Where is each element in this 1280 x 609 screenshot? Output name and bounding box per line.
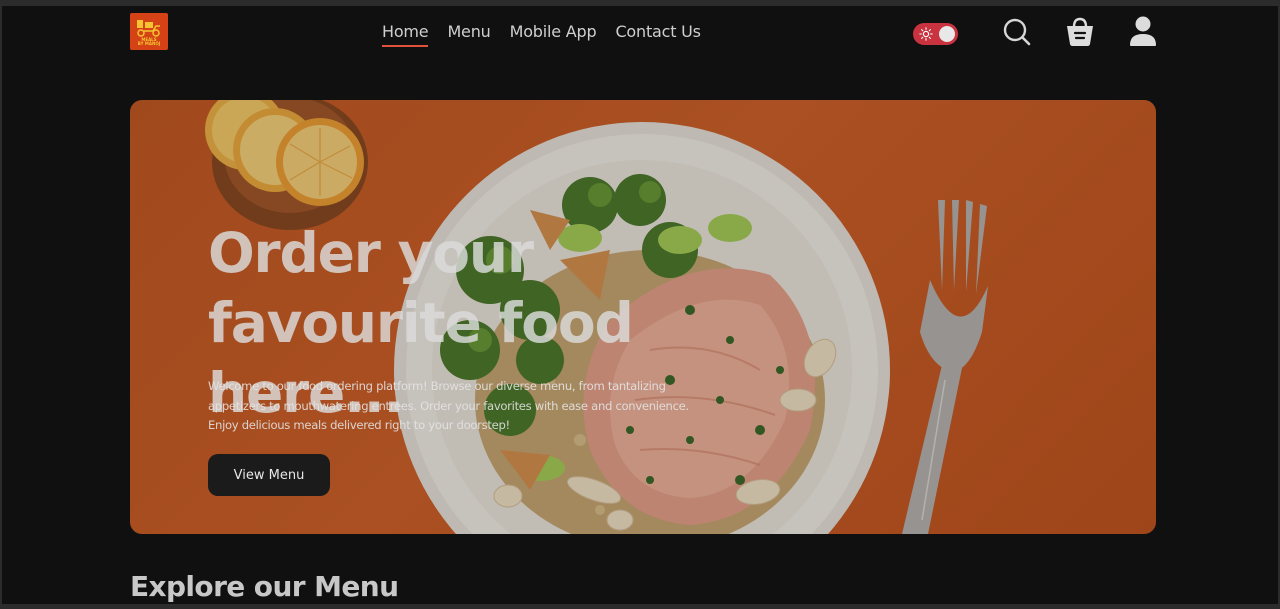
nav-item-contact-us[interactable]: Contact Us	[615, 22, 701, 47]
hero-banner: Order your favourite food here... Welcom…	[130, 100, 1156, 534]
view-menu-button[interactable]: View Menu	[208, 454, 330, 496]
profile-button[interactable]	[1129, 15, 1157, 51]
logo-scooter-icon	[137, 19, 160, 37]
user-icon	[1130, 16, 1156, 46]
window-frame-bottom	[0, 604, 1280, 609]
window-frame-left	[0, 0, 2, 609]
explore-menu-title: Explore our Menu	[130, 570, 399, 603]
hero-description: Welcome to our food ordering platform! B…	[208, 377, 728, 436]
hero-description-line2: appetizers to mouthwatering entrees. Ord…	[208, 398, 689, 413]
search-icon	[1003, 18, 1031, 46]
toggle-knob	[939, 26, 955, 42]
cart-button[interactable]	[1065, 16, 1095, 52]
theme-toggle[interactable]	[913, 23, 958, 45]
window-frame-top	[0, 0, 1280, 6]
sun-icon	[919, 27, 933, 41]
main-nav: Home Menu Mobile App Contact Us	[382, 22, 701, 47]
hero-title-line1: Order your	[208, 221, 534, 285]
nav-item-home[interactable]: Home	[382, 22, 429, 47]
logo-text-line2: BY MANOJ	[137, 40, 161, 46]
basket-icon	[1067, 17, 1093, 46]
hero-description-line1: Welcome to our food ordering platform! B…	[208, 379, 666, 393]
search-button[interactable]	[1002, 17, 1032, 51]
brand-logo[interactable]: MEALS BY MANOJ	[130, 13, 168, 50]
hero-description-line3: Enjoy delicious meals delivered right to…	[208, 418, 510, 432]
nav-item-mobile-app[interactable]: Mobile App	[510, 22, 597, 47]
nav-item-menu[interactable]: Menu	[447, 22, 490, 47]
